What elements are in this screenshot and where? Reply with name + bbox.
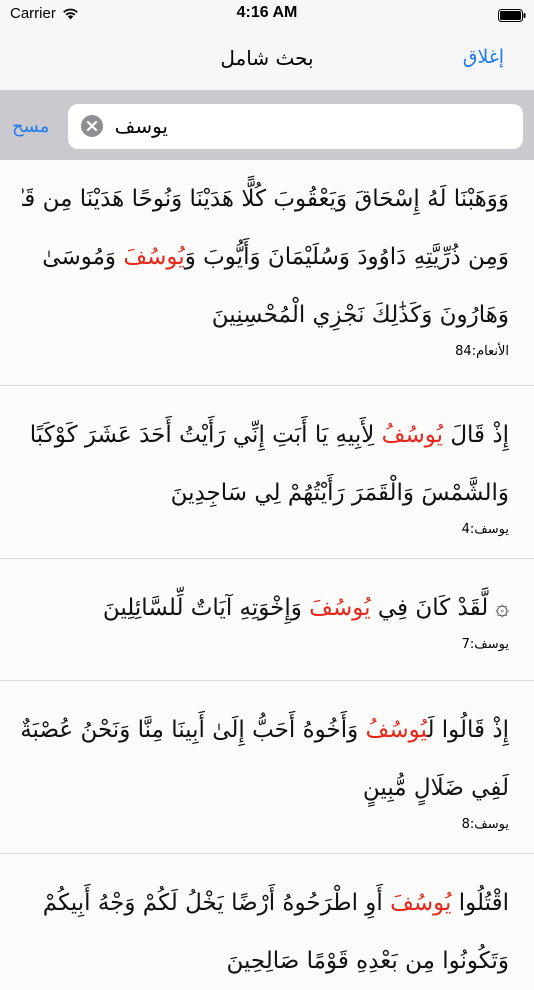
search-highlight: يُوسُفَ — [123, 244, 185, 270]
verse-line: وَهَارُونَ وَكَذَٰلِكَ نَجْزِي الْمُحْسِ… — [211, 302, 509, 328]
verse-line: وَوَهَبْنَا لَهُ إِسْحَاقَ وَيَعْقُوبَ ك… — [22, 186, 509, 212]
verse-line: اقْتُلُوا يُوسُفَ أَوِ اطْرَحُوهُ أَرْضً… — [42, 890, 509, 916]
verse-line: لَفِي ضَلَالٍ مُّبِينٍ — [362, 775, 509, 801]
results-list: وَوَهَبْنَا لَهُ إِسْحَاقَ وَيَعْقُوبَ ك… — [0, 160, 534, 974]
list-item[interactable]: وَوَهَبْنَا لَهُ إِسْحَاقَ وَيَعْقُوبَ ك… — [0, 160, 534, 386]
battery-icon — [498, 7, 526, 26]
verse-text: إِذْ قَالَ يُوسُفُ لِأَبِيهِ يَا أَبَتِ … — [0, 386, 534, 522]
verse-line: وَمِن ذُرِّيَّتِهِ دَاوُودَ وَسُلَيْمَان… — [42, 244, 509, 270]
list-item[interactable]: ۞ لَّقَدْ كَانَ فِي يُوسُفَ وَإِخْوَتِهِ… — [0, 559, 534, 681]
search-value[interactable]: يوسف — [115, 114, 168, 138]
navigation-bar: بحث شامل إغلاق — [0, 28, 534, 90]
verse-line: إِذْ قَالُوا لَيُوسُفُ وَأَخُوهُ أَحَبُّ… — [22, 717, 509, 743]
page-title: بحث شامل — [220, 46, 314, 70]
verse-reference: يوسف:8 — [461, 817, 509, 832]
search-input[interactable]: يوسف — [68, 104, 523, 149]
search-highlight: يُوسُفَ — [309, 595, 371, 621]
list-item[interactable]: اقْتُلُوا يُوسُفَ أَوِ اطْرَحُوهُ أَرْضً… — [0, 854, 534, 974]
status-time: 4:16 AM — [236, 4, 298, 21]
verse-reference: يوسف:7 — [461, 637, 509, 652]
clear-search-button[interactable]: مسح — [12, 116, 49, 137]
search-highlight: يُوسُفُ — [381, 422, 444, 448]
verse-reference: الأنعام:84 — [455, 344, 509, 359]
verse-text: إِذْ قَالُوا لَيُوسُفُ وَأَخُوهُ أَحَبُّ… — [0, 681, 534, 817]
clear-field-icon[interactable] — [81, 115, 103, 137]
verse-line: ۞ لَّقَدْ كَانَ فِي يُوسُفَ وَإِخْوَتِهِ… — [102, 595, 509, 621]
search-highlight: يُوسُفُ — [365, 717, 428, 743]
verse-line: وَتَكُونُوا مِن بَعْدِهِ قَوْمًا صَالِحِ… — [226, 948, 509, 974]
status-bar: Carrier 4:16 AM — [0, 0, 534, 28]
close-button[interactable]: إغلاق — [463, 46, 504, 68]
search-bar: مسح يوسف — [0, 90, 534, 160]
verse-line: إِذْ قَالَ يُوسُفُ لِأَبِيهِ يَا أَبَتِ … — [29, 422, 509, 448]
verse-text: اقْتُلُوا يُوسُفَ أَوِ اطْرَحُوهُ أَرْضً… — [0, 854, 534, 990]
verse-reference: يوسف:4 — [461, 522, 509, 537]
verse-line: وَالشَّمْسَ وَالْقَمَرَ رَأَيْتُهُمْ لِي… — [170, 480, 509, 506]
search-highlight: يُوسُفَ — [390, 890, 452, 916]
verse-text: وَوَهَبْنَا لَهُ إِسْحَاقَ وَيَعْقُوبَ ك… — [0, 160, 534, 344]
list-item[interactable]: إِذْ قَالَ يُوسُفُ لِأَبِيهِ يَا أَبَتِ … — [0, 386, 534, 559]
list-item[interactable]: إِذْ قَالُوا لَيُوسُفُ وَأَخُوهُ أَحَبُّ… — [0, 681, 534, 854]
verse-text: ۞ لَّقَدْ كَانَ فِي يُوسُفَ وَإِخْوَتِهِ… — [0, 559, 534, 637]
